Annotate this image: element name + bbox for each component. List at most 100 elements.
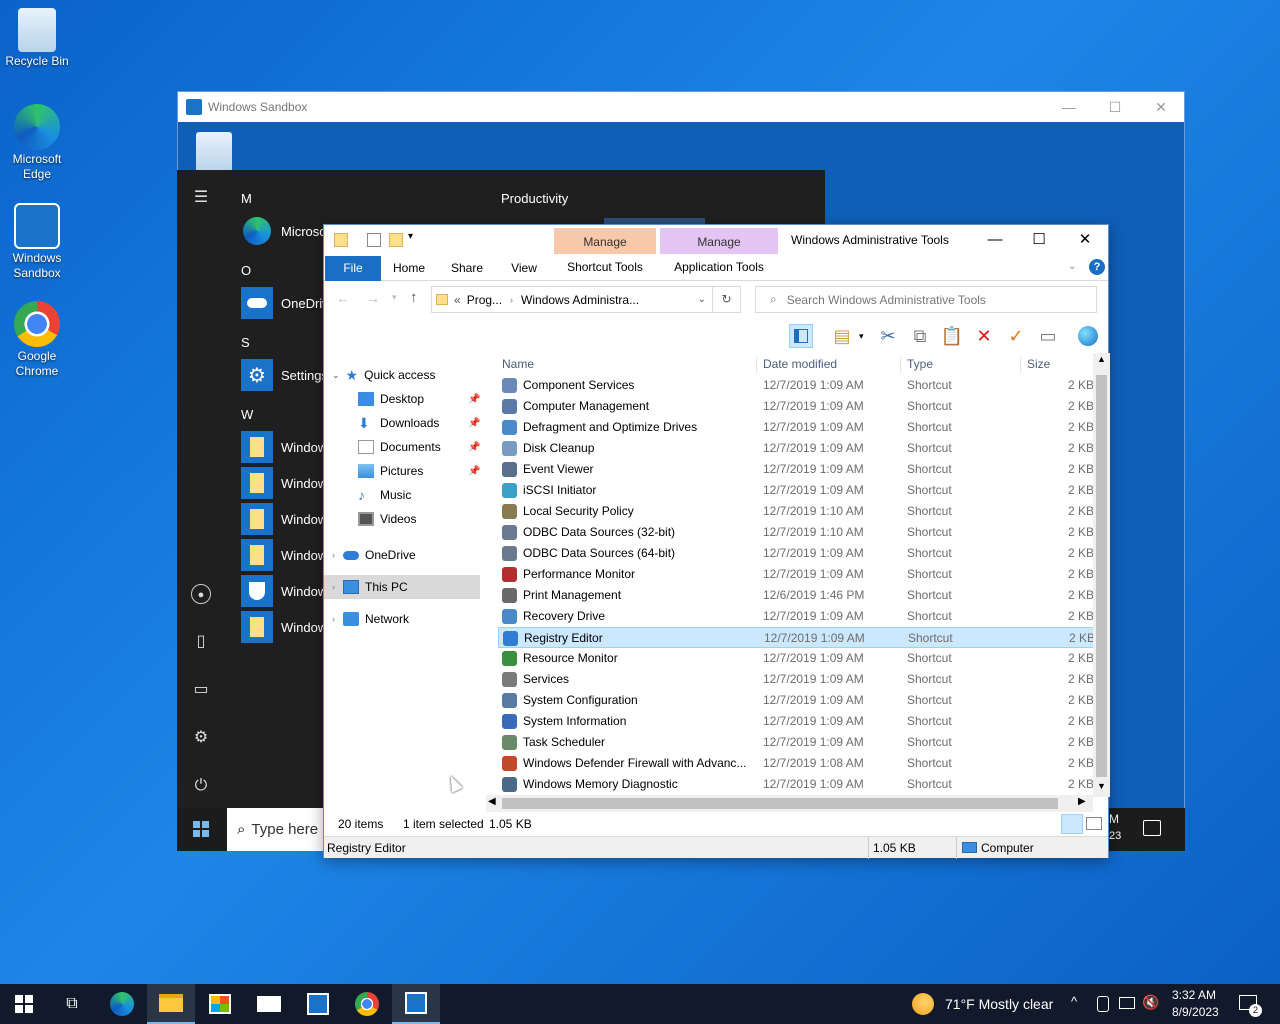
nav-onedrive[interactable]: › OneDrive	[332, 543, 416, 567]
start-app-windows-folder[interactable]: Window	[241, 611, 327, 643]
weather-text[interactable]: 71°F Mostly clear	[945, 996, 1053, 1012]
up-arrow-icon[interactable]: ↑	[410, 289, 418, 306]
nav-documents[interactable]: Documents 📌	[358, 435, 496, 459]
globe-icon[interactable]	[1076, 324, 1100, 348]
start-letter-header[interactable]: W	[241, 407, 253, 422]
expand-chevron-icon[interactable]: ›	[332, 582, 335, 592]
user-icon[interactable]: ●	[191, 584, 211, 604]
pin-icon[interactable]: 📌	[468, 394, 480, 405]
vertical-scrollbar[interactable]: ▲ ▼	[1093, 353, 1110, 797]
quick-access-dropdown-icon[interactable]: ▾	[408, 231, 413, 242]
table-row[interactable]: Print Management 12/6/2019 1:46 PM Shortcu…	[498, 585, 1094, 606]
column-header-type[interactable]: Type	[907, 357, 933, 371]
back-arrow-icon[interactable]: ←	[336, 290, 350, 306]
clock-time[interactable]: 3:32 AM	[1172, 988, 1216, 1002]
taskbar-mail[interactable]	[245, 984, 293, 1024]
nav-desktop[interactable]: Desktop 📌	[358, 387, 496, 411]
windows-start-icon[interactable]	[193, 821, 209, 837]
properties-checkbox-icon[interactable]	[367, 233, 381, 247]
recent-dropdown-icon[interactable]: ▾	[392, 292, 397, 303]
breadcrumb-current[interactable]: Windows Administra...	[521, 293, 639, 307]
taskbar-sandbox[interactable]	[294, 984, 342, 1024]
nav-music[interactable]: ♪ Music	[358, 483, 411, 507]
nav-downloads[interactable]: ⬇ Downloads 📌	[358, 411, 496, 435]
table-row[interactable]: Task Scheduler 12/7/2019 1:09 AM Shortcut 2…	[498, 732, 1094, 753]
delete-icon[interactable]: ✕	[972, 324, 996, 348]
tab-home[interactable]: Home	[386, 256, 432, 281]
desktop-icon-edge[interactable]: Microsoft Edge	[4, 104, 70, 182]
table-row[interactable]: System Information 12/7/2019 1:09 AM Short…	[498, 711, 1094, 732]
new-item-icon[interactable]: ▤	[830, 324, 854, 348]
refresh-button[interactable]: ↻	[713, 286, 741, 313]
start-app-windows-folder[interactable]: Window	[241, 539, 327, 571]
column-header-date[interactable]: Date modified	[763, 357, 837, 371]
maximize-button[interactable]: ☐	[1024, 229, 1054, 251]
documents-icon[interactable]: ▯	[191, 632, 211, 652]
desktop-icon-sandbox[interactable]: Windows Sandbox	[4, 203, 70, 281]
table-row[interactable]: Performance Monitor 12/7/2019 1:09 AM Shor…	[498, 564, 1094, 585]
start-app-onedrive[interactable]: OneDriv	[241, 287, 329, 319]
table-row[interactable]: Disk Cleanup 12/7/2019 1:09 AM Shortcut 2 K…	[498, 438, 1094, 459]
scroll-right-icon[interactable]: ▶	[1078, 796, 1086, 807]
column-divider[interactable]	[756, 357, 757, 373]
table-row[interactable]: Windows Defender Firewall with Advanc...…	[498, 753, 1094, 774]
column-header-size[interactable]: Size	[1027, 357, 1050, 371]
clock-date[interactable]: 8/9/2023	[1172, 1005, 1219, 1019]
nav-pictures[interactable]: Pictures 📌	[358, 459, 496, 483]
table-row[interactable]: ODBC Data Sources (32-bit) 12/7/2019 1:10…	[498, 522, 1094, 543]
taskbar-store[interactable]	[196, 984, 244, 1024]
expand-chevron-icon[interactable]: ⌄	[332, 370, 340, 381]
task-view-icon[interactable]: ⧉	[48, 984, 96, 1024]
nav-quick-access[interactable]: ⌄ ★ Quick access	[332, 363, 435, 387]
column-divider[interactable]	[900, 357, 901, 373]
table-row[interactable]: Resource Monitor 12/7/2019 1:09 AM Shortcu…	[498, 648, 1094, 669]
desktop-icon-recycle-bin[interactable]: Recycle Bin	[4, 8, 70, 69]
start-app-edge[interactable]: Microso	[241, 215, 327, 247]
address-bar[interactable]: « Prog... › Windows Administra... ⌄	[431, 286, 713, 313]
expand-chevron-icon[interactable]: ›	[332, 614, 335, 624]
battery-icon[interactable]	[1097, 996, 1109, 1012]
show-hidden-icons-chevron-icon[interactable]: ^	[1071, 994, 1077, 1009]
overflow-breadcrumb[interactable]: «	[454, 293, 461, 307]
column-header-name[interactable]: Name	[502, 357, 534, 371]
start-app-windows-folder[interactable]: Window	[241, 503, 327, 535]
taskbar-sandbox-running[interactable]	[392, 984, 440, 1024]
table-row[interactable]: Local Security Policy 12/7/2019 1:10 AM Sh…	[498, 501, 1094, 522]
table-row[interactable]: Event Viewer 12/7/2019 1:09 AM Shortcut 2 K…	[498, 459, 1094, 480]
scrollbar-thumb[interactable]	[502, 798, 1058, 809]
table-row[interactable]: Defragment and Optimize Drives 12/7/2019 …	[498, 417, 1094, 438]
sandbox-search-box[interactable]: ⌕ Type here	[227, 808, 327, 851]
start-app-settings[interactable]: ⚙ Settings	[241, 359, 328, 391]
new-item-dropdown-icon[interactable]: ▾	[859, 331, 864, 342]
table-row[interactable]: Registry Editor 12/7/2019 1:09 AM Shortcut…	[498, 627, 1095, 648]
rename-check-icon[interactable]: ✓	[1004, 324, 1028, 348]
pin-icon[interactable]: 📌	[468, 442, 480, 453]
table-row[interactable]: Component Services 12/7/2019 1:09 AM Short…	[498, 375, 1094, 396]
cut-icon[interactable]: ✂	[876, 324, 900, 348]
help-icon[interactable]: ?	[1089, 259, 1105, 275]
table-row[interactable]: ODBC Data Sources (64-bit) 12/7/2019 1:09…	[498, 543, 1094, 564]
nav-videos[interactable]: Videos	[358, 507, 416, 531]
maximize-button[interactable]: ☐	[1092, 92, 1138, 122]
table-row[interactable]: System Configuration 12/7/2019 1:09 AM Sho…	[498, 690, 1094, 711]
table-row[interactable]: iSCSI Initiator 12/7/2019 1:09 AM Shortcut…	[498, 480, 1094, 501]
scroll-left-icon[interactable]: ◀	[488, 796, 496, 807]
settings-gear-icon[interactable]: ⚙	[191, 728, 211, 748]
start-letter-header[interactable]: M	[241, 191, 252, 206]
sandbox-recycle-bin-icon[interactable]	[196, 132, 232, 172]
details-view-icon[interactable]	[1061, 814, 1083, 834]
start-app-windows-folder[interactable]: Window	[241, 431, 327, 463]
minimize-button[interactable]: —	[1046, 92, 1092, 122]
pin-icon[interactable]: 📌	[468, 418, 480, 429]
table-row[interactable]: Windows Memory Diagnostic 12/7/2019 1:09 …	[498, 774, 1094, 795]
pictures-icon[interactable]: ▭	[191, 680, 211, 700]
start-app-windows-security[interactable]: Window	[241, 575, 327, 607]
taskbar-chrome[interactable]	[343, 984, 391, 1024]
explorer-titlebar[interactable]: ▾ Manage Shortcut Tools Manage Applicati…	[324, 225, 1108, 280]
column-divider[interactable]	[1020, 357, 1021, 373]
tab-share[interactable]: Share	[444, 256, 490, 281]
power-icon[interactable]: ⏻	[191, 776, 211, 796]
taskbar-edge[interactable]	[98, 984, 146, 1024]
paste-icon[interactable]: 📋	[940, 324, 964, 348]
desktop-icon-chrome[interactable]: Google Chrome	[4, 301, 70, 379]
